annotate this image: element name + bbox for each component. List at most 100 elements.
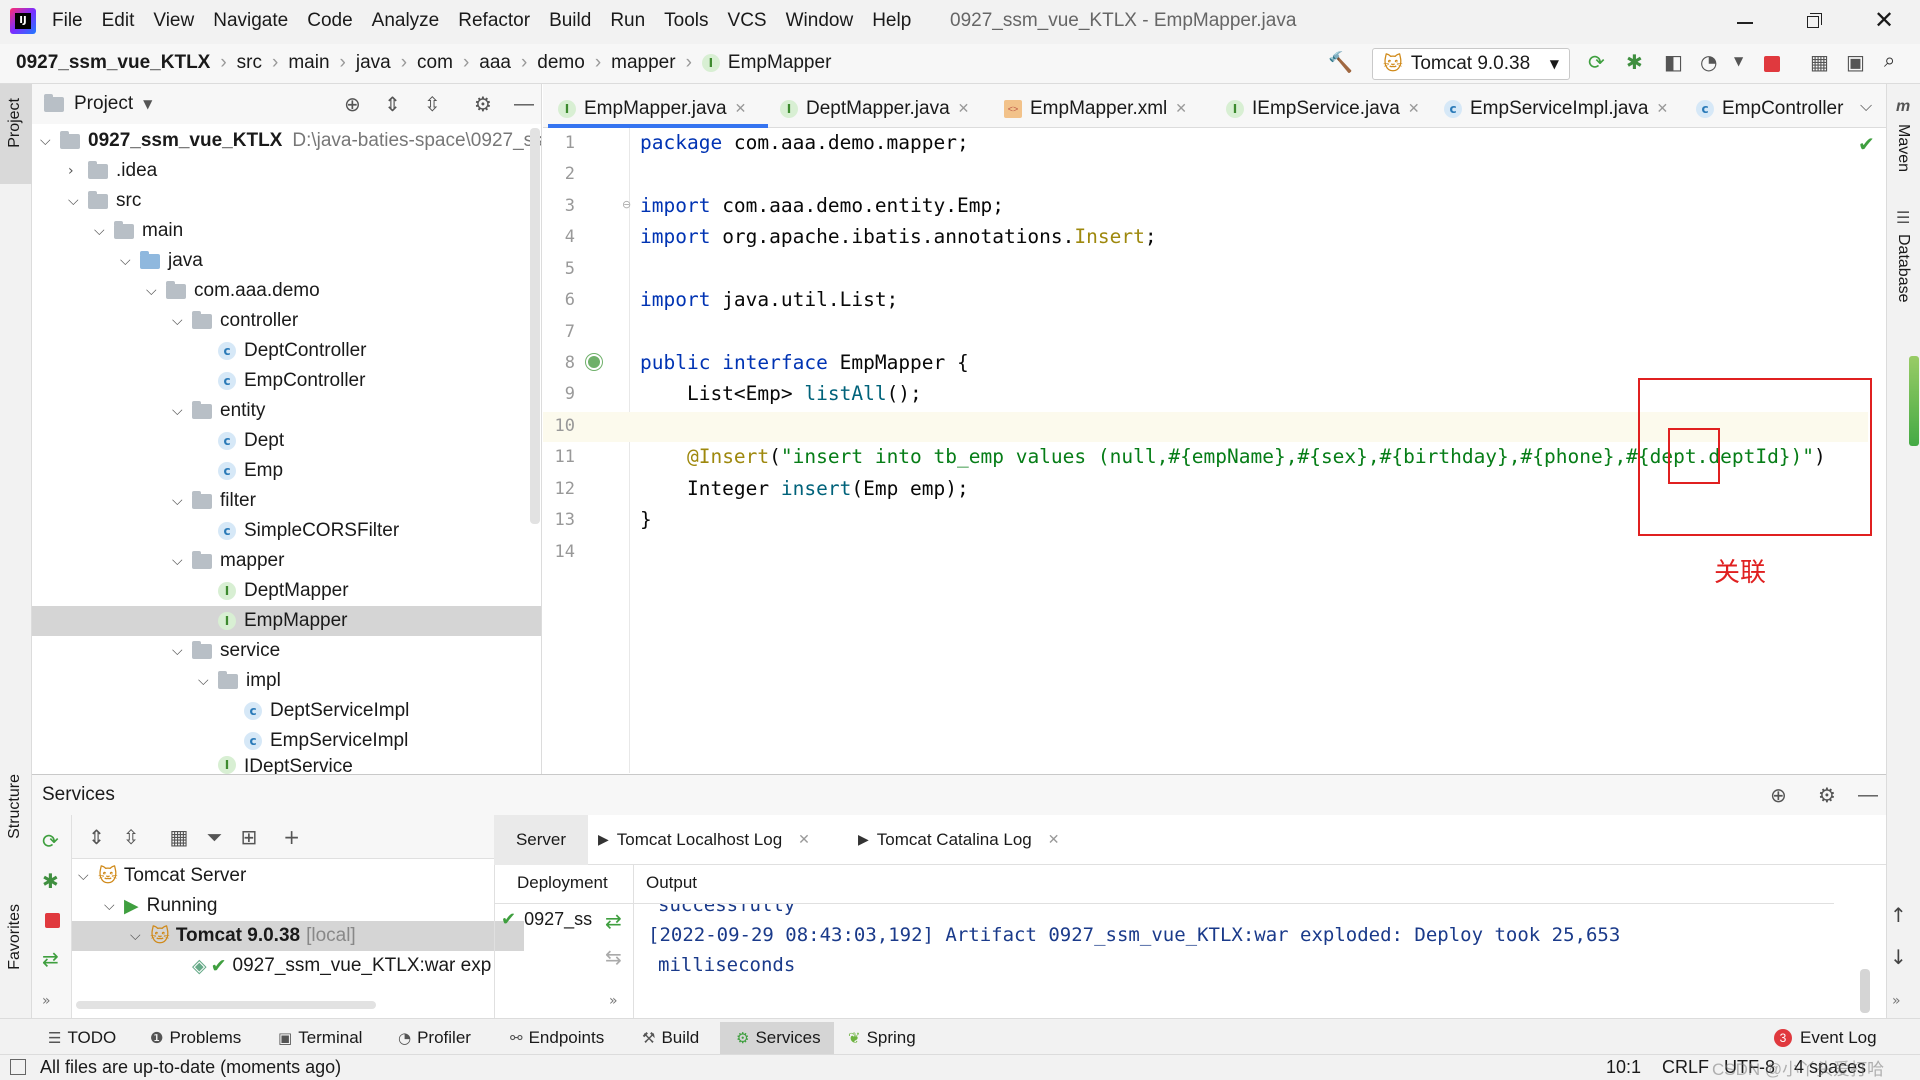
breadcrumb-aaa[interactable]: aaa: [479, 52, 511, 74]
tool-tab-endpoints[interactable]: ⚯ Endpoints: [510, 1022, 604, 1054]
chevron-down-icon[interactable]: ▼: [143, 97, 152, 111]
tree-row-filter[interactable]: ⌵ filter: [32, 486, 256, 516]
event-log-button[interactable]: 3 Event Log: [1774, 1022, 1877, 1054]
close-window-icon[interactable]: ✕: [1874, 6, 1894, 34]
breadcrumb-com[interactable]: com: [417, 52, 453, 74]
close-icon[interactable]: ✕: [1048, 832, 1060, 848]
hide-panel-icon[interactable]: —: [1858, 784, 1878, 807]
database-tool-tab[interactable]: Database: [1894, 234, 1912, 303]
profile-icon[interactable]: ◔: [1700, 50, 1717, 74]
chevron-down-icon[interactable]: ⌵: [172, 313, 192, 329]
deployment-item[interactable]: ✔ 0927_ss: [501, 909, 597, 930]
project-tool-tab[interactable]: Project: [0, 84, 32, 184]
tab-server[interactable]: Server: [494, 815, 588, 865]
menu-file[interactable]: File: [52, 10, 83, 32]
chevron-down-icon[interactable]: ⌵: [172, 643, 192, 659]
breadcrumb-project[interactable]: 0927_ssm_vue_KTLX: [16, 52, 210, 74]
deployment-more-icon[interactable]: »: [609, 993, 618, 1009]
tree-row-empmapper-selected[interactable]: I EmpMapper: [32, 606, 541, 636]
chevron-down-icon[interactable]: ⌵: [94, 223, 114, 239]
tree-row-main[interactable]: ⌵ main: [32, 216, 183, 246]
chevron-down-icon[interactable]: ⌵: [172, 553, 192, 569]
tab-deptmapper-java[interactable]: I DeptMapper.java ✕: [780, 92, 969, 126]
chevron-down-icon[interactable]: ⌵: [198, 673, 218, 689]
hide-panel-icon[interactable]: —: [514, 93, 534, 116]
project-panel-title[interactable]: Project: [74, 93, 133, 115]
close-icon[interactable]: ✕: [958, 101, 970, 117]
close-icon[interactable]: ✕: [735, 101, 747, 117]
tree-row-dept[interactable]: c Dept: [32, 426, 284, 456]
tree-row-service[interactable]: ⌵ service: [32, 636, 280, 666]
coverage-icon[interactable]: ◧: [1664, 50, 1683, 74]
menu-help[interactable]: Help: [872, 10, 911, 32]
menu-build[interactable]: Build: [549, 10, 591, 32]
build-hammer-icon[interactable]: 🔨: [1328, 50, 1353, 74]
tree-row-ideptservice[interactable]: I IDeptService: [32, 756, 353, 774]
tree-row-java[interactable]: ⌵ java: [32, 246, 203, 276]
tool-tab-services[interactable]: ⚙ Services: [720, 1022, 834, 1054]
tree-row-root[interactable]: ⌵ 0927_ssm_vue_KTLX D:\java-baties-space…: [32, 126, 541, 156]
tab-tomcat-catalina-log[interactable]: ▶ Tomcat Catalina Log ✕: [858, 815, 1060, 865]
services-more-icon[interactable]: »: [42, 993, 51, 1009]
tool-tab-spring[interactable]: ❦ Spring: [848, 1022, 916, 1054]
scroll-up-icon[interactable]: ↑: [1890, 903, 1907, 927]
tree-row-controller[interactable]: ⌵ controller: [32, 306, 298, 336]
chevron-down-icon[interactable]: ⌵: [172, 403, 192, 419]
rerun-icon[interactable]: ⟳: [1588, 50, 1605, 74]
locate-icon[interactable]: ⊕: [344, 92, 361, 116]
maven-tool-tab[interactable]: Maven: [1894, 124, 1912, 172]
run-config-selector[interactable]: 🐱 Tomcat 9.0.38 ▼: [1372, 48, 1570, 80]
output-more-icon[interactable]: »: [1892, 993, 1901, 1009]
breadcrumb-mapper[interactable]: mapper: [611, 52, 675, 74]
status-toggle-icon[interactable]: [10, 1059, 26, 1075]
rerun-icon[interactable]: ⟳: [42, 829, 59, 853]
chevron-down-icon[interactable]: ⌵: [40, 133, 60, 149]
tool-tab-todo[interactable]: ☰ TODO: [48, 1022, 116, 1054]
restore-icon[interactable]: [1805, 12, 1823, 30]
service-row-artifact[interactable]: ◈ ✔ 0927_ssm_vue_KTLX:war exp: [72, 951, 491, 981]
breadcrumb-main[interactable]: main: [288, 52, 329, 74]
minimize-icon[interactable]: [1735, 12, 1755, 32]
tree-row-mapper[interactable]: ⌵ mapper: [32, 546, 284, 576]
service-row-tomcat-local[interactable]: ⌵ 🐱 Tomcat 9.0.38 [local]: [72, 921, 524, 951]
service-row-running[interactable]: ⌵ ▶ Running: [72, 891, 217, 921]
output-scrollbar[interactable]: [1860, 969, 1870, 1013]
menu-refactor[interactable]: Refactor: [458, 10, 530, 32]
close-icon[interactable]: ✕: [1175, 101, 1187, 117]
filter-icon[interactable]: ⏷: [206, 825, 222, 849]
tree-row-empserviceimpl[interactable]: c EmpServiceImpl: [32, 726, 408, 756]
tree-row-emp[interactable]: c Emp: [32, 456, 283, 486]
close-icon[interactable]: ✕: [1656, 101, 1668, 117]
more-run-icon[interactable]: ▼: [1734, 54, 1743, 68]
add-icon[interactable]: +: [283, 825, 300, 849]
tree-row-empcontroller[interactable]: c EmpController: [32, 366, 365, 396]
menu-navigate[interactable]: Navigate: [213, 10, 288, 32]
breadcrumb-demo[interactable]: demo: [537, 52, 585, 74]
chevron-right-icon[interactable]: ›: [68, 163, 88, 179]
menu-run[interactable]: Run: [610, 10, 645, 32]
tree-row-entity[interactable]: ⌵ entity: [32, 396, 265, 426]
layout-icon[interactable]: ▣: [1846, 50, 1865, 74]
structure-tool-tab[interactable]: Structure: [6, 774, 24, 839]
menu-view[interactable]: View: [153, 10, 194, 32]
debug-icon[interactable]: ✱: [42, 869, 59, 893]
tab-tomcat-localhost-log[interactable]: ▶ Tomcat Localhost Log ✕: [598, 815, 810, 865]
menu-edit[interactable]: Edit: [102, 10, 135, 32]
expand-all-icon[interactable]: ⇕: [384, 92, 401, 116]
tree-row-impl[interactable]: ⌵ impl: [32, 666, 281, 696]
fold-icon[interactable]: ⊖: [622, 198, 631, 211]
services-tree-scrollbar[interactable]: [76, 1001, 376, 1009]
tool-tab-profiler[interactable]: ◔ Profiler: [398, 1022, 471, 1054]
tool-tab-build[interactable]: ⚒ Build: [642, 1022, 699, 1054]
chevron-down-icon[interactable]: ⌵: [172, 493, 192, 509]
breadcrumb-src[interactable]: src: [237, 52, 262, 74]
tab-empmapper-xml[interactable]: <> EmpMapper.xml ✕: [1004, 92, 1187, 126]
new-service-icon[interactable]: ⊞: [240, 825, 257, 849]
tree-row-idea[interactable]: › .idea: [32, 156, 157, 186]
chevron-down-icon[interactable]: ⌵: [130, 928, 150, 944]
line-separator[interactable]: CRLF: [1662, 1057, 1709, 1078]
tree-row-package-root[interactable]: ⌵ com.aaa.demo: [32, 276, 320, 306]
expand-all-icon[interactable]: ⇕: [88, 825, 105, 849]
menu-vcs[interactable]: VCS: [728, 10, 767, 32]
redeploy-icon[interactable]: ⇄: [605, 909, 622, 933]
